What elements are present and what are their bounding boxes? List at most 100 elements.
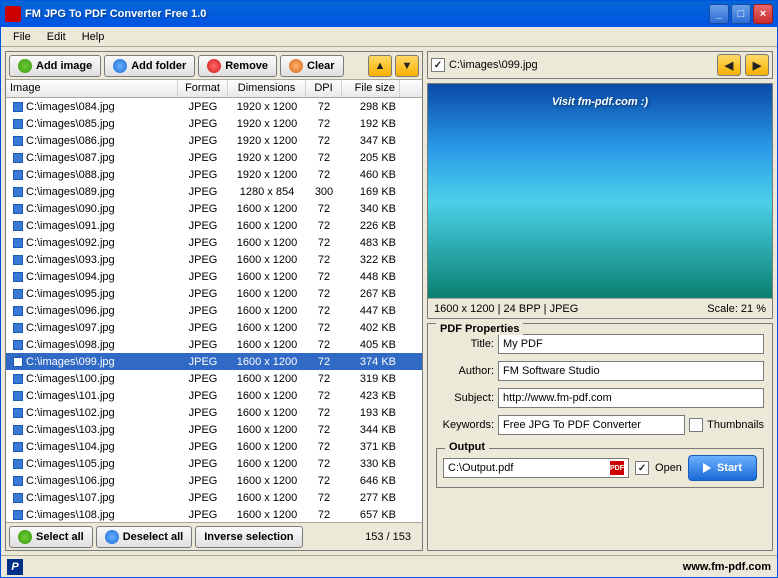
table-row[interactable]: C:\images\098.jpgJPEG1600 x 120072405 KB — [6, 336, 422, 353]
table-row[interactable]: C:\images\091.jpgJPEG1600 x 120072226 KB — [6, 217, 422, 234]
author-label: Author: — [436, 365, 494, 377]
close-button[interactable]: × — [753, 4, 773, 24]
subject-input[interactable] — [498, 388, 764, 408]
table-row[interactable]: C:\images\104.jpgJPEG1600 x 120072371 KB — [6, 438, 422, 455]
col-format[interactable]: Format — [178, 80, 228, 97]
minus-icon — [207, 59, 221, 73]
remove-button[interactable]: Remove — [198, 55, 277, 77]
preview-enabled-checkbox[interactable]: ✓ — [431, 58, 445, 72]
table-row[interactable]: C:\images\092.jpgJPEG1600 x 120072483 KB — [6, 234, 422, 251]
table-row[interactable]: C:\images\093.jpgJPEG1600 x 120072322 KB — [6, 251, 422, 268]
table-row[interactable]: C:\images\108.jpgJPEG1600 x 120072657 KB — [6, 506, 422, 522]
table-row[interactable]: C:\images\096.jpgJPEG1600 x 120072447 KB — [6, 302, 422, 319]
menu-file[interactable]: File — [5, 29, 39, 45]
image-icon — [13, 408, 23, 418]
table-row[interactable]: C:\images\084.jpgJPEG1920 x 120072298 KB — [6, 98, 422, 115]
preview-scale: Scale: 21 % — [707, 303, 766, 315]
image-icon — [13, 476, 23, 486]
preview-box: Visit fm-pdf.com :) 1600 x 1200 | 24 BPP… — [427, 83, 773, 319]
title-label: Title: — [436, 338, 494, 350]
table-row[interactable]: C:\images\089.jpgJPEG1280 x 854300169 KB — [6, 183, 422, 200]
props-legend: PDF Properties — [436, 323, 523, 335]
thumbnails-label: Thumbnails — [707, 419, 764, 431]
minimize-button[interactable]: _ — [709, 4, 729, 24]
table-row[interactable]: C:\images\095.jpgJPEG1600 x 120072267 KB — [6, 285, 422, 302]
start-button[interactable]: Start — [688, 455, 757, 481]
table-row[interactable]: C:\images\099.jpgJPEG1600 x 120072374 KB — [6, 353, 422, 370]
image-icon — [13, 170, 23, 180]
select-all-button[interactable]: Select all — [9, 526, 93, 548]
maximize-button[interactable]: □ — [731, 4, 751, 24]
table-row[interactable]: C:\images\090.jpgJPEG1600 x 120072340 KB — [6, 200, 422, 217]
author-input[interactable] — [498, 361, 764, 381]
table-row[interactable]: C:\images\103.jpgJPEG1600 x 120072344 KB — [6, 421, 422, 438]
image-icon — [13, 204, 23, 214]
preview-path: C:\images\099.jpg — [449, 59, 713, 71]
move-down-button[interactable]: ▼ — [395, 55, 419, 77]
title-input[interactable] — [498, 334, 764, 354]
website-link[interactable]: www.fm-pdf.com — [683, 561, 771, 573]
image-icon — [13, 238, 23, 248]
table-row[interactable]: C:\images\107.jpgJPEG1600 x 120072277 KB — [6, 489, 422, 506]
image-icon — [13, 493, 23, 503]
table-row[interactable]: C:\images\088.jpgJPEG1920 x 120072460 KB — [6, 166, 422, 183]
pdf-properties-box: PDF Properties Title: Author: Subject: K… — [427, 323, 773, 551]
menu-help[interactable]: Help — [74, 29, 113, 45]
clear-button[interactable]: Clear — [280, 55, 344, 77]
preview-overlay-text: Visit fm-pdf.com :) — [552, 96, 648, 108]
col-dpi[interactable]: DPI — [306, 80, 342, 97]
preview-toolbar: ✓ C:\images\099.jpg ◀ ▶ — [427, 51, 773, 79]
output-legend: Output — [445, 441, 489, 453]
list-bottom-bar: Select all Deselect all Inverse selectio… — [6, 522, 422, 550]
table-row[interactable]: C:\images\086.jpgJPEG1920 x 120072347 KB — [6, 132, 422, 149]
list-toolbar: Add image Add folder Remove Clear ▲ ▼ — [6, 52, 422, 80]
paypal-icon[interactable]: P — [7, 559, 23, 575]
add-folder-button[interactable]: Add folder — [104, 55, 195, 77]
keywords-input[interactable] — [498, 415, 685, 435]
image-icon — [13, 289, 23, 299]
image-icon — [13, 221, 23, 231]
inverse-selection-button[interactable]: Inverse selection — [195, 526, 302, 548]
thumbnails-checkbox[interactable] — [689, 418, 703, 432]
col-image[interactable]: Image — [6, 80, 178, 97]
plus-icon — [18, 59, 32, 73]
statusbar: P www.fm-pdf.com — [1, 555, 777, 577]
image-icon — [13, 510, 23, 520]
image-icon — [13, 272, 23, 282]
add-image-button[interactable]: Add image — [9, 55, 101, 77]
table-row[interactable]: C:\images\094.jpgJPEG1600 x 120072448 KB — [6, 268, 422, 285]
table-row[interactable]: C:\images\105.jpgJPEG1600 x 120072330 KB — [6, 455, 422, 472]
table-row[interactable]: C:\images\101.jpgJPEG1600 x 120072423 KB — [6, 387, 422, 404]
col-dimensions[interactable]: Dimensions — [228, 80, 306, 97]
col-filesize[interactable]: File size — [342, 80, 400, 97]
image-icon — [13, 442, 23, 452]
pdf-icon: PDF — [610, 461, 624, 475]
deselect-all-button[interactable]: Deselect all — [96, 526, 193, 548]
image-icon — [13, 255, 23, 265]
next-image-button[interactable]: ▶ — [745, 54, 769, 76]
image-icon — [13, 323, 23, 333]
output-path-input[interactable]: C:\Output.pdf PDF — [443, 458, 629, 478]
app-icon — [5, 6, 21, 22]
move-up-button[interactable]: ▲ — [368, 55, 392, 77]
preview-status: 1600 x 1200 | 24 BPP | JPEG Scale: 21 % — [428, 298, 772, 318]
table-row[interactable]: C:\images\085.jpgJPEG1920 x 120072192 KB — [6, 115, 422, 132]
image-icon — [13, 119, 23, 129]
preview-info: 1600 x 1200 | 24 BPP | JPEG — [434, 303, 578, 315]
prev-image-button[interactable]: ◀ — [717, 54, 741, 76]
open-label: Open — [655, 462, 682, 474]
titlebar: FM JPG To PDF Converter Free 1.0 _ □ × — [1, 1, 777, 27]
image-icon — [13, 153, 23, 163]
table-row[interactable]: C:\images\087.jpgJPEG1920 x 120072205 KB — [6, 149, 422, 166]
open-checkbox[interactable]: ✓ — [635, 461, 649, 475]
play-icon — [703, 463, 711, 473]
table-row[interactable]: C:\images\097.jpgJPEG1600 x 120072402 KB — [6, 319, 422, 336]
table-row[interactable]: C:\images\102.jpgJPEG1600 x 120072193 KB — [6, 404, 422, 421]
table-row[interactable]: C:\images\106.jpgJPEG1600 x 120072646 KB — [6, 472, 422, 489]
preview-image: Visit fm-pdf.com :) — [428, 84, 772, 298]
menu-edit[interactable]: Edit — [39, 29, 74, 45]
subject-label: Subject: — [436, 392, 494, 404]
list-body[interactable]: C:\images\084.jpgJPEG1920 x 120072298 KB… — [6, 98, 422, 522]
right-panel: ✓ C:\images\099.jpg ◀ ▶ Visit fm-pdf.com… — [427, 51, 773, 551]
table-row[interactable]: C:\images\100.jpgJPEG1600 x 120072319 KB — [6, 370, 422, 387]
